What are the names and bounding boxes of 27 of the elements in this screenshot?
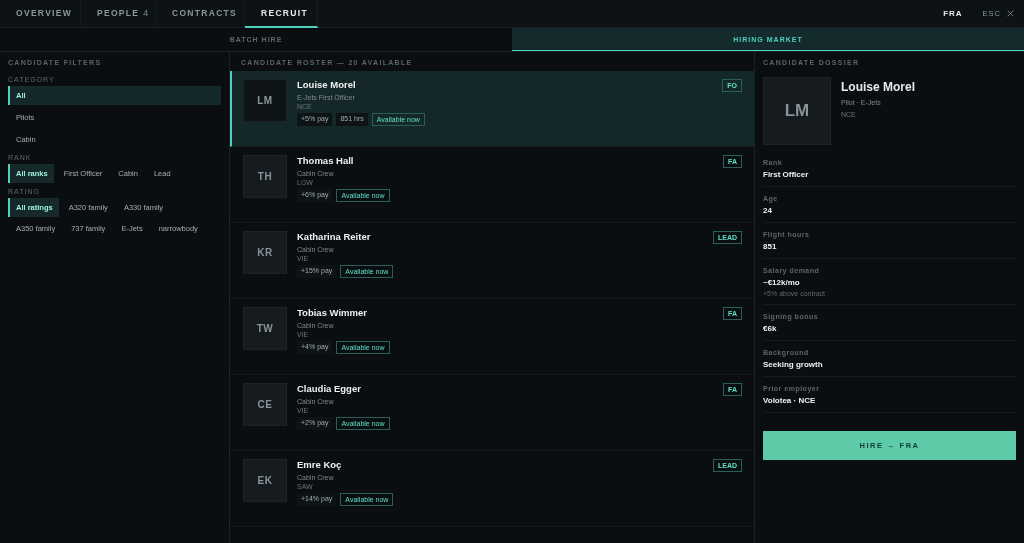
candidate-name: Tobias Wimmer xyxy=(297,307,368,318)
nav-tab[interactable]: OVERVIEW xyxy=(0,0,81,28)
field-value: Volotea · NCE xyxy=(763,396,817,405)
candidate-name: Louise Morel xyxy=(297,79,357,90)
field-value: Seeking growth xyxy=(763,360,824,369)
base-code: FRA xyxy=(943,9,963,18)
avatar: LM xyxy=(763,77,831,145)
avatar: CE xyxy=(243,383,287,426)
candidate-name: Katharina Reiter xyxy=(297,231,372,242)
avatar: TH xyxy=(243,155,287,198)
close-icon xyxy=(1007,10,1014,17)
field-value: 24 xyxy=(763,206,773,215)
field-value: First Officer xyxy=(763,170,810,179)
avatar: KR xyxy=(243,231,287,274)
avatar: LM xyxy=(243,79,287,122)
candidate-name: Louise Morel xyxy=(841,80,915,94)
field-value: 851 xyxy=(763,242,778,251)
field-value: €6k xyxy=(763,324,778,333)
avatar: EK xyxy=(243,459,287,502)
nav-tab[interactable]: RECRUIT xyxy=(245,0,318,28)
nav-tab[interactable]: CONTRACTS xyxy=(156,0,245,28)
avatar: TW xyxy=(243,307,287,350)
field-value: ~€12k/mo xyxy=(763,278,801,287)
candidate-name: Emre Koç xyxy=(297,459,343,470)
nav-tab[interactable]: PEOPLE 4 xyxy=(81,0,156,28)
candidate-name: Claudia Egger xyxy=(297,383,362,394)
candidate-name: Thomas Hall xyxy=(297,155,355,166)
